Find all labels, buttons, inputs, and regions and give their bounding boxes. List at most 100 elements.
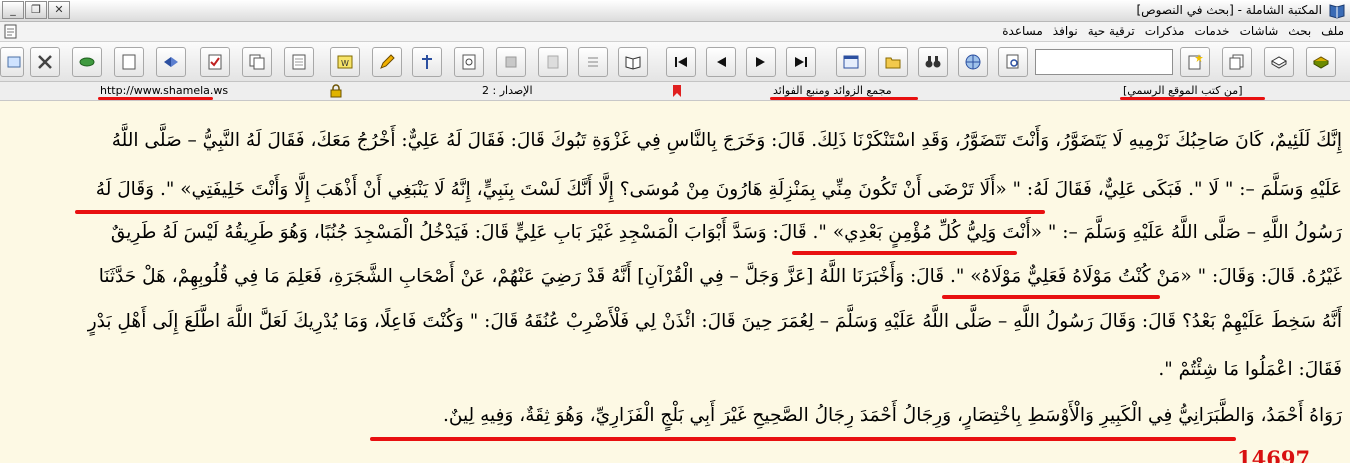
checklist-icon bbox=[208, 54, 222, 70]
website-link[interactable]: http://www.shamela.ws bbox=[100, 84, 228, 97]
title-bar: _ ❐ ✕ المكتبة الشاملة - [بحث في النصوص] bbox=[0, 0, 1350, 22]
transfer-icon bbox=[164, 57, 178, 67]
highlight-underline-wali bbox=[792, 251, 1017, 255]
text-line-6: فَقَالَ: اعْمَلُوا مَا شِئْتُمْ ". bbox=[1158, 359, 1342, 380]
page-icon bbox=[292, 54, 306, 70]
text-content: إِنَّكَ لَلَئِيمٌ، كَانَ صَاحِبُكَ نَرْم… bbox=[0, 101, 1350, 463]
text-line-1: إِنَّكَ لَلَئِيمٌ، كَانَ صَاحِبُكَ نَرْم… bbox=[111, 130, 1342, 151]
binoculars-icon bbox=[925, 56, 941, 68]
toolbar-button-checklist[interactable] bbox=[200, 47, 230, 77]
toolbar-button-pen[interactable] bbox=[372, 47, 402, 77]
menu-search[interactable]: بحث bbox=[1288, 24, 1311, 38]
window-title: المكتبة الشاملة - [بحث في النصوص] bbox=[1136, 3, 1322, 17]
last-page-button[interactable] bbox=[786, 47, 816, 77]
menu-screens[interactable]: شاشات bbox=[1240, 24, 1279, 38]
toolbar-button-book-outline[interactable] bbox=[1264, 47, 1294, 77]
book-title: مجمع الزوائد ومنبع الفوائد bbox=[773, 84, 892, 97]
word-document-icon: W bbox=[337, 55, 353, 69]
toolbar-button-copy[interactable] bbox=[242, 47, 272, 77]
bookmark-flag-icon bbox=[673, 85, 681, 97]
menu-help[interactable]: مساعدة bbox=[1002, 24, 1043, 38]
source-underline bbox=[1120, 97, 1265, 100]
menu-live-update[interactable]: ترقية حية bbox=[1088, 24, 1135, 38]
globe-icon bbox=[965, 54, 981, 70]
toolbar-button-pages[interactable] bbox=[1222, 47, 1252, 77]
first-page-button[interactable] bbox=[666, 47, 696, 77]
source-label: [من كتب الموقع الرسمي] bbox=[1123, 84, 1243, 97]
toolbar-button-open-book[interactable] bbox=[618, 47, 648, 77]
toolbar-button-page[interactable] bbox=[284, 47, 314, 77]
menu-windows[interactable]: نوافذ bbox=[1053, 24, 1078, 38]
new-page-icon bbox=[1188, 54, 1203, 70]
toolbar: W bbox=[0, 42, 1350, 82]
arrow-right-icon bbox=[756, 57, 765, 67]
window-icon bbox=[843, 55, 859, 69]
search-input[interactable] bbox=[1035, 49, 1173, 75]
svg-text:W: W bbox=[341, 59, 349, 68]
blank-page-icon bbox=[122, 54, 136, 70]
pages-icon bbox=[1229, 54, 1244, 70]
toolbar-button-format[interactable] bbox=[412, 47, 442, 77]
toolbar-button-tools[interactable] bbox=[30, 47, 60, 77]
toolbar-button-library[interactable] bbox=[1306, 47, 1336, 77]
close-button[interactable]: ✕ bbox=[48, 1, 70, 19]
toolbar-button-leaf[interactable] bbox=[72, 47, 102, 77]
highlight-underline-source bbox=[370, 437, 1236, 441]
folder-icon bbox=[885, 57, 901, 69]
highlight-underline-hadith bbox=[75, 210, 1045, 214]
version-label: الإصدار : 2 bbox=[482, 84, 533, 97]
format-icon bbox=[422, 55, 432, 69]
leaf-icon bbox=[79, 57, 95, 67]
arrow-left-icon bbox=[717, 57, 726, 67]
toolbar-button-list[interactable] bbox=[578, 47, 608, 77]
menu-bar: ملف بحث شاشات خدمات مذكرات ترقية حية نوا… bbox=[0, 22, 1350, 42]
lock-icon bbox=[330, 84, 342, 98]
document-menu-icon bbox=[4, 24, 17, 39]
next-page-button[interactable] bbox=[746, 47, 776, 77]
previous-page-button[interactable] bbox=[706, 47, 736, 77]
toolbar-button-settings-page[interactable] bbox=[454, 47, 484, 77]
toolbar-button-arrows[interactable] bbox=[156, 47, 186, 77]
minimize-button[interactable]: _ bbox=[2, 1, 24, 19]
book-outline-icon bbox=[1270, 56, 1288, 69]
toolbar-button-tab[interactable] bbox=[0, 47, 24, 77]
highlight-underline-mawla bbox=[942, 295, 1160, 299]
toolbar-button-disabled-2[interactable] bbox=[538, 47, 568, 77]
text-line-2: عَلَيْهِ وَسَلَّمَ –: " لَا ". فَبَكَى ع… bbox=[95, 179, 1342, 200]
open-folder-button[interactable] bbox=[878, 47, 908, 77]
open-book-icon bbox=[625, 56, 641, 70]
list-icon bbox=[588, 57, 598, 67]
info-bar: http://www.shamela.ws الإصدار : 2 مجمع ا… bbox=[0, 82, 1350, 101]
find-button[interactable] bbox=[918, 47, 948, 77]
book-icon bbox=[1312, 56, 1330, 69]
grey-square-icon bbox=[505, 56, 517, 68]
toolbar-button-word[interactable]: W bbox=[330, 47, 360, 77]
pencil-icon bbox=[380, 54, 395, 69]
first-page-icon bbox=[675, 57, 687, 67]
menu-notes[interactable]: مذكرات bbox=[1145, 24, 1185, 38]
book-title-underline bbox=[770, 97, 918, 100]
toolbar-button-disabled-1[interactable] bbox=[496, 47, 526, 77]
restore-button[interactable]: ❐ bbox=[25, 1, 47, 19]
copy-icon bbox=[249, 54, 265, 70]
hadith-number: 14697 bbox=[1237, 446, 1311, 463]
new-search-button[interactable] bbox=[1180, 47, 1210, 77]
last-page-icon bbox=[795, 57, 807, 67]
tools-icon bbox=[38, 55, 52, 69]
search-page-icon bbox=[1006, 54, 1019, 69]
menu-file[interactable]: ملف bbox=[1321, 24, 1344, 38]
window-controls: _ ❐ ✕ bbox=[2, 1, 70, 19]
text-line-7: رَوَاهُ أَحْمَدُ، وَالطَّبَرَانِيُّ فِي … bbox=[443, 405, 1342, 426]
grey-page-icon bbox=[547, 55, 559, 69]
toolbar-button-new-page[interactable] bbox=[114, 47, 144, 77]
text-line-4: غَيْرُهُ. قَالَ: وَقَالَ: " «مَنْ كُنْتُ… bbox=[98, 266, 1342, 287]
toolbar-button-globe[interactable] bbox=[958, 47, 988, 77]
book-app-icon bbox=[1329, 4, 1345, 19]
toolbar-button-window[interactable] bbox=[836, 47, 866, 77]
toolbar-button-search-page[interactable] bbox=[998, 47, 1028, 77]
text-line-3: رَسُولُ اللَّهِ – صَلَّى اللَّهُ عَلَيْه… bbox=[110, 222, 1342, 243]
tab-icon bbox=[7, 56, 21, 68]
settings-page-icon bbox=[462, 54, 476, 70]
website-underline bbox=[98, 97, 213, 100]
menu-services[interactable]: خدمات bbox=[1194, 24, 1229, 38]
